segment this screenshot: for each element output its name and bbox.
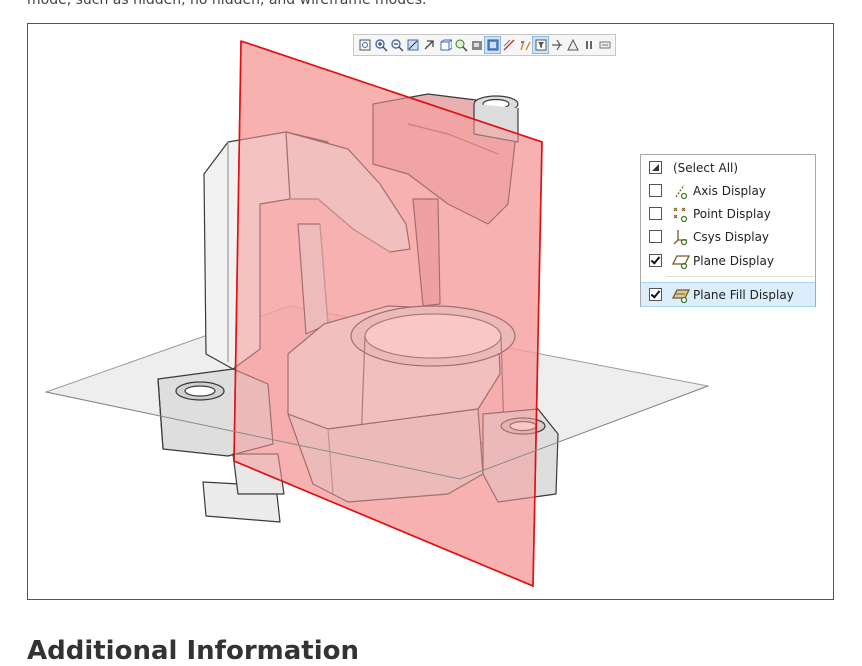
- filter-checkbox-csys-display[interactable]: [649, 230, 662, 243]
- filter-checkbox-axis-display[interactable]: [649, 184, 662, 197]
- filter-checkbox-plane-fill-display[interactable]: [649, 288, 662, 301]
- panel-separator: [666, 276, 814, 277]
- annotation-icon: [566, 38, 579, 51]
- toolbar-button-filter[interactable]: [532, 36, 549, 54]
- display-style-icon: [487, 39, 498, 51]
- filter-item-axis-display[interactable]: Axis Display: [641, 179, 815, 202]
- toolbar-button-view-cube[interactable]: [437, 37, 452, 53]
- zoom-in-icon: [374, 39, 387, 52]
- zoom-box-icon: [359, 39, 370, 51]
- display-filter-panel: (Select All) Axis Display Point Display Csy…: [640, 154, 816, 307]
- filter-item-point-display[interactable]: Point Display: [641, 202, 815, 225]
- toolbar-button-spin-center[interactable]: [549, 37, 564, 53]
- filter-item-plane-fill-display[interactable]: Plane Fill Display: [641, 282, 815, 307]
- point-display-icon: [672, 205, 690, 223]
- toolbar-button-last-view[interactable]: [597, 37, 612, 53]
- plane-fill-display-icon: [671, 286, 691, 304]
- filter-checkbox-select-all[interactable]: [649, 161, 662, 174]
- view-cube-icon: [440, 39, 452, 51]
- rotate-icon: [424, 40, 434, 50]
- spin-center-icon: [551, 39, 562, 51]
- zoom-out-icon: [390, 39, 403, 52]
- model-viewport[interactable]: (Select All) Axis Display Point Display Csy…: [27, 23, 834, 600]
- intro-text: mode, such as hidden, no hidden, and wir…: [27, 0, 427, 8]
- toolbar-button-shading[interactable]: [469, 37, 484, 53]
- section-heading: Additional Information: [27, 636, 360, 666]
- filter-item-label: (Select All): [673, 160, 739, 175]
- toolbar-button-pause[interactable]: [581, 37, 596, 53]
- filter-item-label: Csys Display: [693, 229, 770, 244]
- last-view-icon: [599, 41, 610, 49]
- toolbar-button-zoom-window[interactable]: [453, 37, 468, 53]
- filter-item-plane-display[interactable]: Plane Display: [641, 249, 815, 272]
- plane-display-icon: [671, 252, 691, 270]
- filter-item-label: Point Display: [693, 206, 771, 221]
- toolbar-button-section[interactable]: [501, 37, 516, 53]
- filter-item-label: Plane Fill Display: [693, 287, 794, 302]
- axis-display-icon: [672, 182, 690, 200]
- shading-icon: [471, 41, 482, 50]
- view-toolbar: [353, 34, 616, 56]
- filter-icon: [535, 39, 546, 51]
- toolbar-button-rotate[interactable]: [421, 37, 436, 53]
- filter-item-label: Axis Display: [693, 183, 766, 198]
- toolbar-button-fit-view[interactable]: [405, 37, 420, 53]
- datum-display-icon: [519, 40, 531, 51]
- toolbar-button-datum-display[interactable]: [517, 37, 532, 53]
- toolbar-button-zoom-out[interactable]: [389, 37, 404, 53]
- filter-item-select-all[interactable]: (Select All): [641, 156, 815, 179]
- model-scene: [44, 39, 710, 588]
- pause-icon: [585, 41, 592, 49]
- toolbar-button-zoom-box[interactable]: [357, 37, 372, 53]
- toolbar-button-zoom-in[interactable]: [373, 37, 388, 53]
- toolbar-button-display-style[interactable]: [484, 36, 501, 54]
- filter-item-label: Plane Display: [693, 253, 774, 268]
- filter-checkbox-plane-display[interactable]: [649, 254, 662, 267]
- fit-view-icon: [407, 39, 418, 51]
- filter-checkbox-point-display[interactable]: [649, 207, 662, 220]
- zoom-window-icon: [455, 39, 468, 52]
- toolbar-button-annotation[interactable]: [565, 37, 580, 53]
- csys-display-icon: [672, 228, 690, 246]
- section-icon: [502, 39, 515, 51]
- filter-item-csys-display[interactable]: Csys Display: [641, 225, 815, 248]
